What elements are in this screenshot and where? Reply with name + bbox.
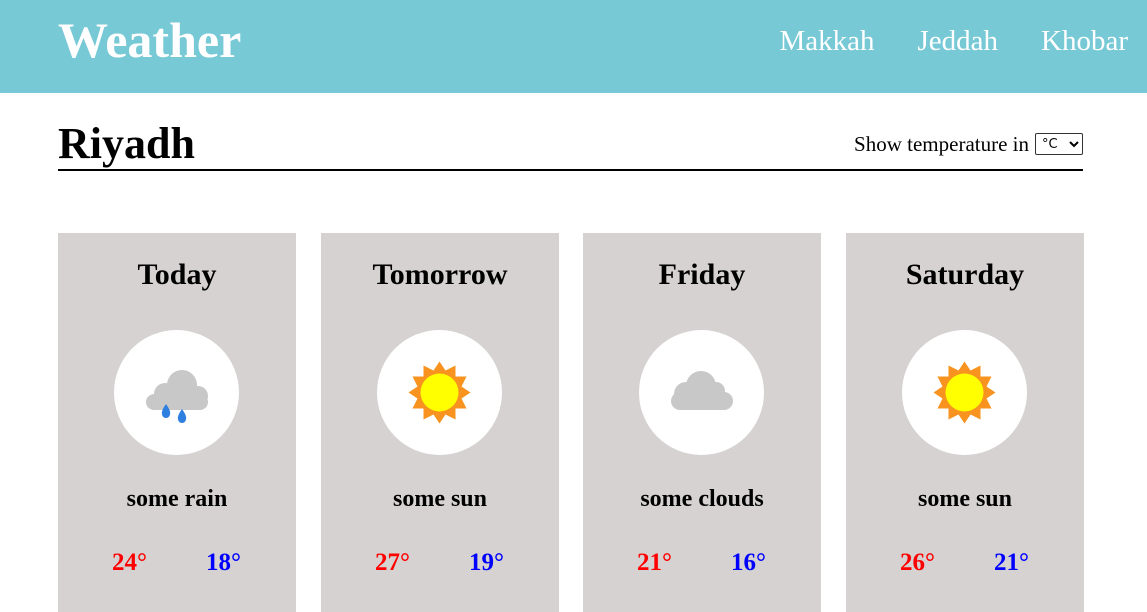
temp-high: 21° bbox=[637, 549, 672, 576]
forecast-day: Friday bbox=[658, 258, 746, 291]
forecast-card: Friday some clouds 21° 16° bbox=[583, 233, 821, 612]
temp-low: 16° bbox=[731, 549, 766, 576]
forecast-cards: Today some rain 24° 18° Tomorrow some su… bbox=[58, 233, 1084, 612]
temp-high: 26° bbox=[900, 549, 935, 576]
nav-link-khobar[interactable]: Khobar bbox=[1041, 22, 1128, 60]
weather-icon-circle bbox=[114, 330, 239, 455]
weather-icon-circle bbox=[639, 330, 764, 455]
weather-icon-circle bbox=[902, 330, 1027, 455]
city-title: Riyadh bbox=[58, 119, 195, 168]
forecast-day: Today bbox=[137, 258, 217, 291]
nav-link-jeddah[interactable]: Jeddah bbox=[917, 22, 998, 60]
forecast-card: Saturday some sun 26° 21° bbox=[846, 233, 1084, 612]
forecast-card: Today some rain 24° 18° bbox=[58, 233, 296, 612]
rain-cloud-icon bbox=[146, 370, 208, 423]
site-logo[interactable]: Weather bbox=[58, 10, 241, 70]
temp-high: 24° bbox=[112, 549, 147, 576]
forecast-description: some clouds bbox=[640, 486, 764, 512]
forecast-card: Tomorrow some sun 27° 19° bbox=[321, 233, 559, 612]
forecast-day: Saturday bbox=[905, 258, 1025, 291]
forecast-day: Tomorrow bbox=[372, 258, 508, 291]
city-heading-row: Riyadh Show temperature in °C bbox=[58, 118, 1083, 171]
unit-label: Show temperature in bbox=[854, 132, 1029, 156]
forecast-description: some sun bbox=[917, 486, 1013, 512]
city-nav: Makkah Jeddah Khobar bbox=[779, 22, 1128, 60]
weather-icon-circle bbox=[377, 330, 502, 455]
unit-selector: Show temperature in °C bbox=[854, 131, 1083, 157]
forecast-description: some rain bbox=[126, 486, 228, 512]
sun-icon bbox=[933, 361, 996, 424]
sun-icon bbox=[408, 361, 471, 424]
temp-low: 21° bbox=[994, 549, 1029, 576]
temp-low: 19° bbox=[469, 549, 504, 576]
cloud-icon bbox=[671, 371, 733, 410]
site-header: Weather Makkah Jeddah Khobar bbox=[0, 0, 1147, 93]
temp-low: 18° bbox=[206, 549, 241, 576]
unit-select[interactable]: °C bbox=[1035, 133, 1083, 155]
temp-high: 27° bbox=[375, 549, 410, 576]
nav-link-makkah[interactable]: Makkah bbox=[779, 22, 874, 60]
forecast-description: some sun bbox=[392, 486, 488, 512]
